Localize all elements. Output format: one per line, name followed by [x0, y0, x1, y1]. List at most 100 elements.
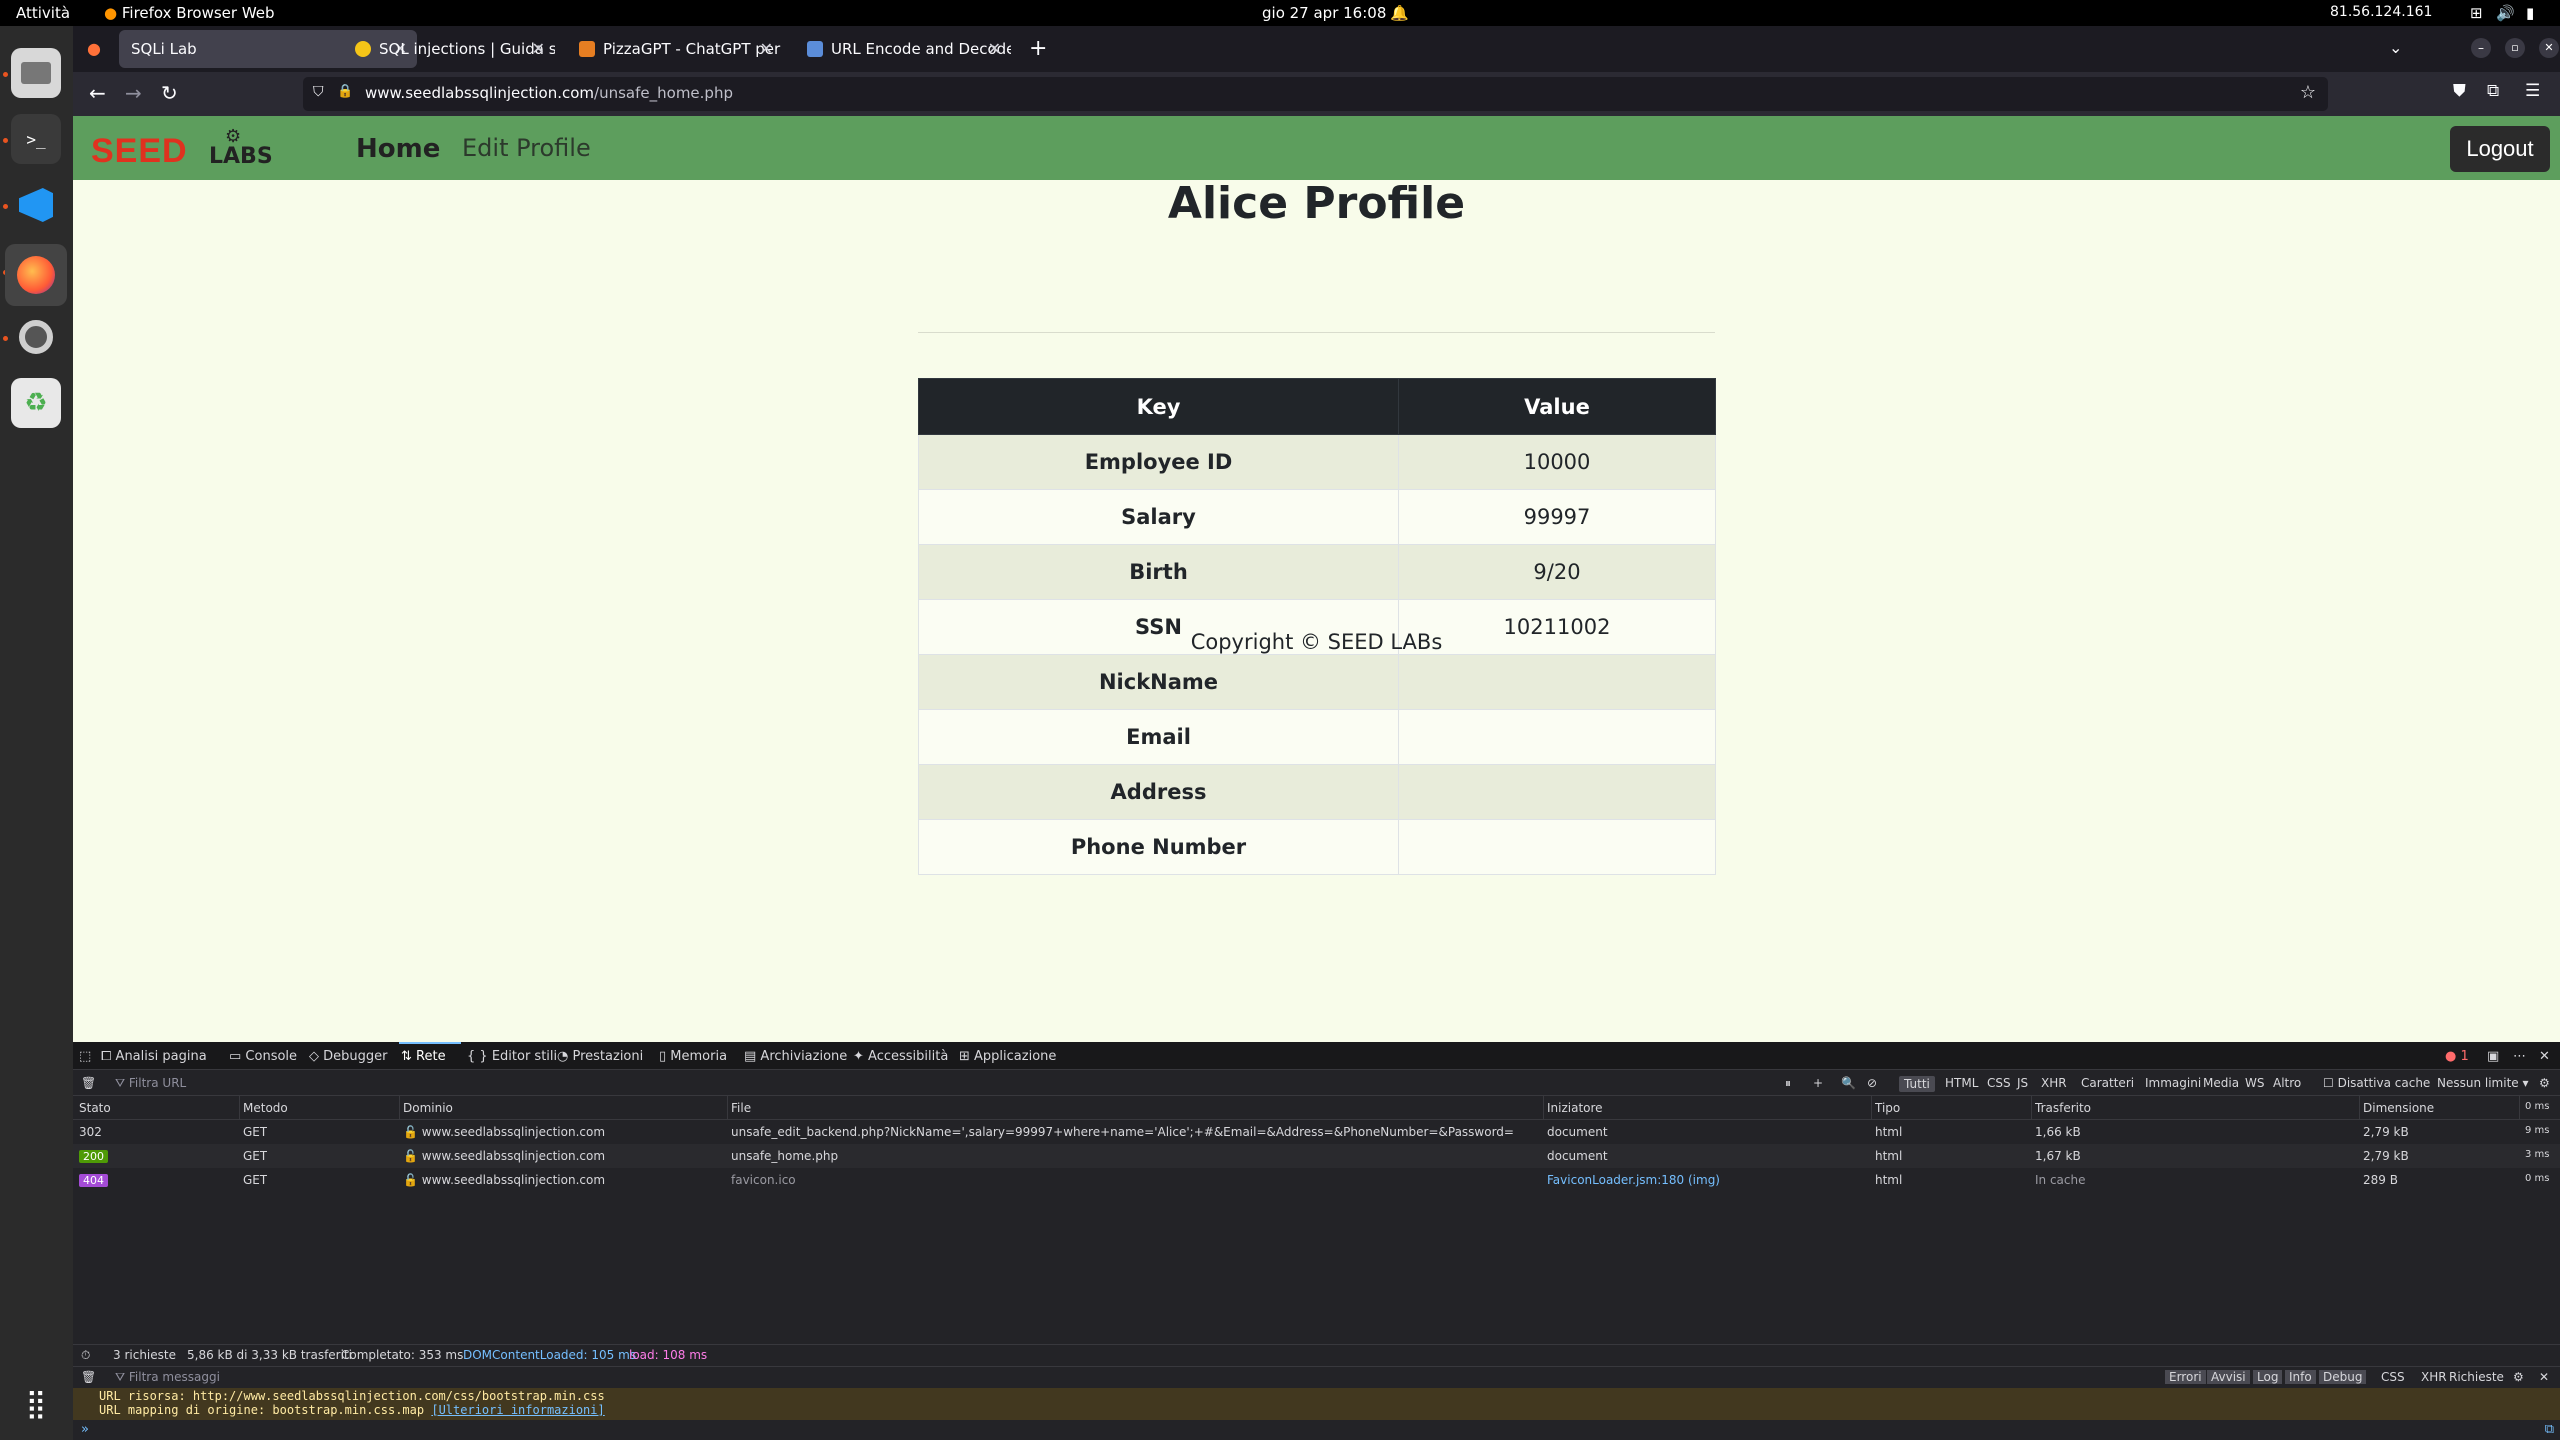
filter-css[interactable]: CSS: [2381, 1370, 2405, 1384]
url-bar[interactable]: ⛉ 🔒 www.seedlabssqlinjection.com/unsafe_…: [303, 77, 2328, 111]
search-icon[interactable]: 🔍: [1841, 1076, 1856, 1090]
chevron-down-icon[interactable]: ⌄: [2389, 38, 2402, 57]
filter-html[interactable]: HTML: [1945, 1076, 1978, 1090]
tab-style-editor[interactable]: { } Editor stili: [467, 1049, 557, 1064]
filter-xhr[interactable]: XHR: [2421, 1370, 2447, 1384]
logout-button[interactable]: Logout: [2450, 126, 2550, 172]
gear-icon[interactable]: ⚙: [2513, 1370, 2524, 1384]
filter-ws[interactable]: WS: [2245, 1076, 2264, 1090]
extensions-icon[interactable]: ⧉: [2487, 81, 2499, 101]
console-input[interactable]: » ⧉: [73, 1420, 2560, 1440]
filter-fonts[interactable]: Caratteri: [2081, 1076, 2134, 1090]
new-tab-button[interactable]: +: [1029, 36, 1047, 61]
tab-storage[interactable]: ▤ Archiviazione: [744, 1049, 847, 1064]
table-row[interactable]: 404 GET 🔓 www.seedlabssqlinjection.com f…: [73, 1168, 2560, 1192]
throttle-select[interactable]: Nessun limite ▾: [2437, 1076, 2529, 1090]
tab-network[interactable]: ⇅ Rete: [401, 1049, 446, 1064]
col-transferred[interactable]: Trasferito: [2035, 1101, 2091, 1115]
level-info[interactable]: Info: [2285, 1370, 2316, 1384]
filter-requests[interactable]: Richieste: [2449, 1370, 2504, 1384]
filter-xhr[interactable]: XHR: [2041, 1076, 2067, 1090]
ip-indicator[interactable]: 81.56.124.161: [2330, 4, 2432, 20]
close-icon[interactable]: ✕: [532, 39, 545, 58]
filter-all[interactable]: Tutti: [1899, 1076, 1935, 1092]
level-log[interactable]: Log: [2253, 1370, 2283, 1384]
level-errors[interactable]: Errori: [2165, 1370, 2206, 1384]
learn-more-link[interactable]: [Ulteriori informazioni]: [431, 1403, 604, 1417]
col-timeline[interactable]: 0 ms: [2525, 1101, 2550, 1112]
tab-application[interactable]: ⊞ Applicazione: [959, 1049, 1056, 1064]
col-size[interactable]: Dimensione: [2363, 1101, 2434, 1115]
add-icon[interactable]: +: [1813, 1076, 1823, 1090]
tab-console[interactable]: ▭ Console: [229, 1049, 297, 1064]
tab-sql-injections[interactable]: SQL injections | Guida sic ✕: [343, 30, 555, 68]
trash-icon[interactable]: 🗑: [81, 1370, 96, 1384]
element-picker-icon[interactable]: ⬚: [79, 1049, 91, 1064]
terminal-icon[interactable]: >_: [11, 114, 61, 164]
tab-debugger[interactable]: ◇ Debugger: [309, 1049, 388, 1064]
firefox-icon[interactable]: [5, 244, 67, 306]
reload-icon[interactable]: ↻: [161, 81, 178, 105]
col-method[interactable]: Metodo: [243, 1101, 288, 1115]
level-warnings[interactable]: Avvisi: [2207, 1370, 2250, 1384]
level-debug[interactable]: Debug: [2319, 1370, 2367, 1384]
trash-icon[interactable]: 🗑: [81, 1076, 96, 1090]
filter-js[interactable]: JS: [2017, 1076, 2028, 1090]
close-window-button[interactable]: ✕: [2539, 38, 2559, 58]
files-icon[interactable]: [11, 48, 61, 98]
settings-icon[interactable]: [11, 312, 61, 362]
close-icon[interactable]: ✕: [988, 39, 1001, 58]
url-text[interactable]: www.seedlabssqlinjection.com/unsafe_home…: [365, 84, 733, 102]
col-file[interactable]: File: [731, 1101, 751, 1115]
forward-icon[interactable]: →: [125, 81, 142, 105]
filter-images[interactable]: Immagini: [2145, 1076, 2201, 1090]
back-icon[interactable]: ←: [89, 81, 106, 105]
split-console-icon[interactable]: ⧉: [2545, 1422, 2554, 1437]
filter-css[interactable]: CSS: [1987, 1076, 2011, 1090]
tab-inspector[interactable]: ⧠ Analisi pagina: [101, 1049, 207, 1064]
shield-icon[interactable]: ⛉: [313, 84, 324, 100]
request-initiator[interactable]: FaviconLoader.jsm:180 (img): [1547, 1173, 1720, 1187]
trash-icon[interactable]: ♻: [11, 378, 61, 428]
block-icon[interactable]: ⊘: [1867, 1076, 1877, 1090]
show-apps-icon[interactable]: ⣿: [11, 1378, 61, 1428]
clock[interactable]: gio 27 apr 16:08: [1262, 4, 1386, 22]
tab-url-encode[interactable]: URL Encode and Decode ✕: [795, 30, 1011, 68]
close-icon[interactable]: ✕: [2539, 1049, 2550, 1064]
vscode-icon[interactable]: [11, 180, 61, 230]
network-icon[interactable]: ⊞: [2470, 4, 2483, 22]
close-icon[interactable]: ✕: [760, 39, 773, 58]
col-domain[interactable]: Dominio: [403, 1101, 453, 1115]
hamburger-menu-icon[interactable]: ☰: [2525, 81, 2540, 101]
lock-icon[interactable]: 🔒: [337, 84, 353, 99]
filter-other[interactable]: Altro: [2273, 1076, 2301, 1090]
filter-media[interactable]: Media: [2203, 1076, 2239, 1090]
tab-pizzagpt[interactable]: PizzaGPT - ChatGPT per l ✕: [567, 30, 783, 68]
nav-home[interactable]: Home: [356, 134, 440, 164]
more-options-icon[interactable]: ⋯: [2513, 1049, 2526, 1064]
battery-icon[interactable]: ▮: [2526, 4, 2534, 22]
minimize-button[interactable]: –: [2471, 38, 2491, 58]
filter-url-input[interactable]: ⛛ Filtra URL: [115, 1076, 186, 1091]
gear-icon[interactable]: ⚙: [2539, 1076, 2550, 1090]
activities-button[interactable]: Attività: [16, 4, 70, 22]
col-status[interactable]: Stato: [79, 1101, 111, 1115]
tab-performance[interactable]: ◔ Prestazioni: [557, 1049, 643, 1064]
col-type[interactable]: Tipo: [1875, 1101, 1900, 1115]
focused-app-menu[interactable]: ● Firefox Browser Web: [104, 4, 275, 22]
tab-memory[interactable]: ▯ Memoria: [659, 1049, 727, 1064]
error-count-badge[interactable]: ● 1: [2445, 1049, 2469, 1064]
maximize-button[interactable]: ▫: [2505, 38, 2525, 58]
volume-icon[interactable]: 🔊: [2496, 4, 2515, 22]
nav-edit-profile[interactable]: Edit Profile: [462, 134, 591, 162]
dock-side-icon[interactable]: ▣: [2487, 1049, 2499, 1064]
filter-messages-input[interactable]: ⛛ Filtra messaggi: [115, 1370, 220, 1385]
table-row[interactable]: 302 GET 🔓 www.seedlabssqlinjection.com u…: [73, 1120, 2560, 1144]
tab-accessibility[interactable]: ✦ Accessibilità: [853, 1049, 948, 1064]
close-icon[interactable]: ✕: [2539, 1370, 2549, 1384]
pause-icon[interactable]: ⏸: [1785, 1076, 1791, 1091]
col-initiator[interactable]: Iniziatore: [1547, 1101, 1603, 1115]
pocket-icon[interactable]: ⛊: [2453, 81, 2466, 101]
firefox-view-icon[interactable]: ●: [87, 39, 101, 58]
bookmark-star-icon[interactable]: ☆: [2300, 82, 2316, 103]
